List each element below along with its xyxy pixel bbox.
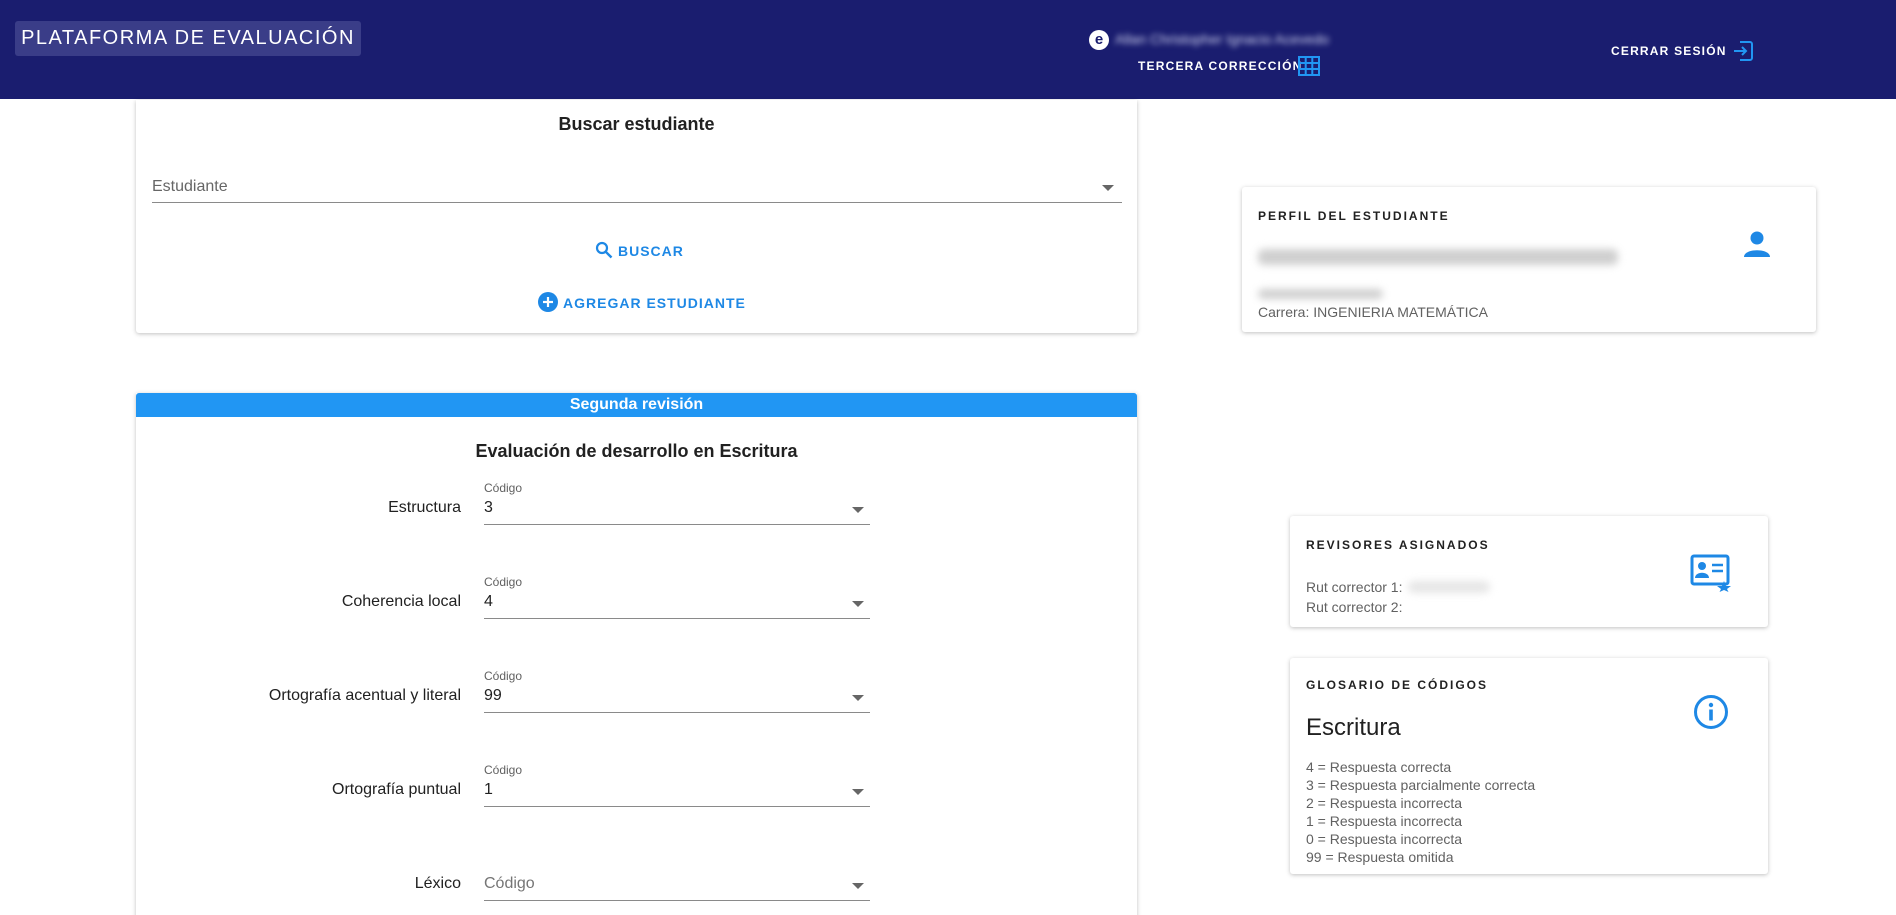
reviewer-1-redacted (1408, 581, 1490, 593)
chevron-down-icon (852, 601, 864, 607)
glossary-item: 0 = Respuesta incorrecta (1306, 831, 1463, 847)
code-value: 3 (484, 499, 493, 516)
search-card-title: Buscar estudiante (558, 114, 715, 134)
criterion-label: Coherencia local (341, 593, 461, 610)
search-button-label: BUSCAR (618, 243, 684, 259)
field-caption: Código (484, 763, 523, 777)
student-name-redacted (1258, 249, 1618, 265)
code-value: 4 (484, 593, 493, 610)
field-caption: Código (484, 481, 523, 495)
student-profile-card: PERFIL DEL ESTUDIANTE Carrera: INGENIERI… (1242, 187, 1816, 332)
chevron-down-icon (852, 883, 864, 889)
glossary-caption: GLOSARIO DE CÓDIGOS (1306, 678, 1489, 692)
user-name: Allan Christopher Ignacio Acevedo (1115, 31, 1330, 47)
evaluation-title: Evaluación de desarrollo en Escritura (475, 441, 798, 461)
glossary-heading: Escritura (1306, 714, 1401, 741)
grid-table-icon[interactable] (1298, 56, 1320, 76)
reviewer-2-label: Rut corrector 2: (1306, 599, 1403, 615)
glossary-item: 2 = Respuesta incorrecta (1306, 795, 1463, 811)
add-circle-icon (538, 292, 558, 312)
glossary-item: 3 = Respuesta parcialmente correcta (1306, 777, 1536, 793)
top-app-bar: PLATAFORMA DE EVALUACIÓN e Allan Christo… (0, 0, 1896, 99)
code-glossary-card: GLOSARIO DE CÓDIGOS Escritura 4 = Respue… (1290, 658, 1768, 874)
code-value: 1 (484, 781, 493, 798)
logout-button[interactable]: CERRAR SESIÓN (1611, 44, 1727, 58)
student-id-redacted (1258, 289, 1383, 299)
user-icon: e (1089, 30, 1109, 50)
profile-caption: PERFIL DEL ESTUDIANTE (1258, 209, 1450, 223)
search-icon (595, 241, 613, 259)
reviewers-caption: REVISORES ASIGNADOS (1306, 538, 1490, 552)
reviewer-card-icon (1690, 554, 1731, 592)
code-value: 99 (484, 687, 502, 704)
assigned-reviewers-card: REVISORES ASIGNADOS Rut corrector 1: Rut… (1290, 516, 1768, 627)
chevron-down-icon (1102, 185, 1114, 191)
app-title[interactable]: PLATAFORMA DE EVALUACIÓN (15, 21, 361, 56)
student-select-placeholder: Estudiante (152, 178, 228, 195)
field-caption: Código (484, 575, 523, 589)
add-student-button-label: AGREGAR ESTUDIANTE (563, 295, 746, 311)
code-placeholder: Código (484, 875, 535, 892)
evaluation-panel: Segunda revisión Evaluación de desarroll… (136, 393, 1137, 915)
criterion-label: Ortografía puntual (332, 781, 461, 798)
search-student-card: Buscar estudiante Estudiante BUSCAR AGRE… (136, 100, 1137, 333)
criterion-label: Léxico (414, 875, 461, 892)
glossary-list: 4 = Respuesta correcta 3 = Respuesta par… (1306, 758, 1535, 866)
criterion-label: Ortografía acentual y literal (268, 687, 461, 704)
reviewer-1-label: Rut corrector 1: (1306, 579, 1403, 595)
glossary-item: 99 = Respuesta omitida (1306, 849, 1454, 865)
chevron-down-icon (852, 507, 864, 513)
correction-mode-label[interactable]: TERCERA CORRECCIÓN (1138, 59, 1303, 73)
info-icon[interactable] (1693, 694, 1729, 730)
student-career: Carrera: INGENIERIA MATEMÁTICA (1258, 304, 1488, 320)
chevron-down-icon (852, 695, 864, 701)
glossary-item: 4 = Respuesta correcta (1306, 759, 1452, 775)
criterion-label: Estructura (388, 499, 461, 516)
person-icon (1744, 231, 1770, 257)
logout-icon[interactable] (1732, 40, 1754, 62)
chevron-down-icon (852, 789, 864, 795)
field-caption: Código (484, 669, 523, 683)
glossary-item: 1 = Respuesta incorrecta (1306, 813, 1463, 829)
revision-banner: Segunda revisión (136, 393, 1137, 417)
